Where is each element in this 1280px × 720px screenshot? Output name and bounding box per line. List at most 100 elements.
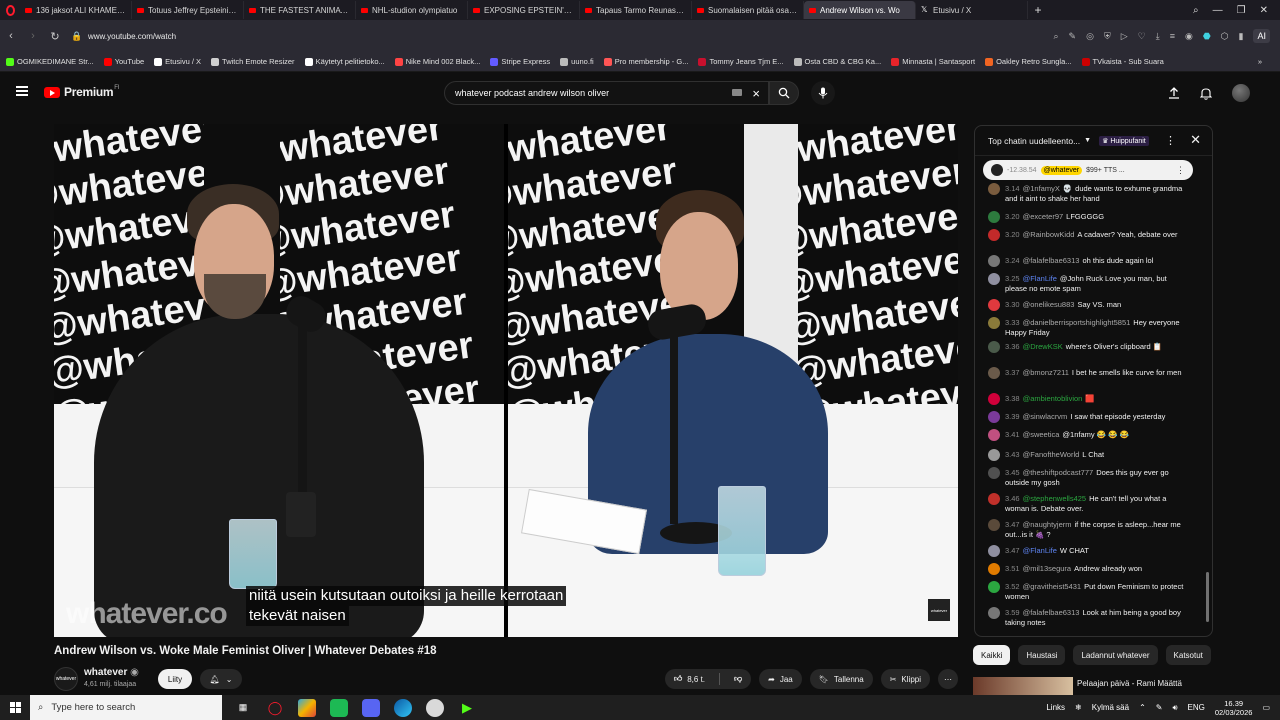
clock[interactable]: 16.39 02/03/2026	[1215, 699, 1253, 717]
chat-message[interactable]: 3.37 @bmonz7211 I bet he smells like curve…	[988, 367, 1188, 379]
browser-tab[interactable]: THE FASTEST ANIMATRONI	[244, 1, 356, 19]
new-tab-button[interactable]: +	[1028, 3, 1048, 17]
chat-author[interactable]: @exceter97	[1023, 212, 1064, 221]
wallet-icon[interactable]: ▮	[1239, 31, 1244, 42]
recommended-video[interactable]: Pelaajan päivä - Rami Määttä	[973, 677, 1278, 695]
chat-author[interactable]: @danielberrisportshighlight5851	[1023, 318, 1131, 327]
chat-message[interactable]: 3.47 @naughtyjerm if the corpse is asleep.…	[988, 519, 1188, 540]
chat-avatar[interactable]	[988, 229, 1000, 241]
terminal-app-icon[interactable]: ▶	[458, 699, 476, 717]
chat-avatar[interactable]	[988, 183, 1000, 195]
browser-tab[interactable]: NHL-studion olympiatuo	[356, 1, 468, 19]
chat-avatar[interactable]	[988, 467, 1000, 479]
chat-author[interactable]: @FanoftheWorld	[1023, 450, 1080, 459]
upload-icon[interactable]	[1168, 87, 1180, 99]
pen-icon[interactable]: ✎	[1156, 703, 1163, 712]
browser-tab[interactable]: 𝕏 Etusivu / X	[916, 1, 1028, 19]
browser-tab[interactable]: Totuus Jeffrey Epsteinin K	[132, 1, 244, 19]
join-button[interactable]: Liity	[158, 669, 192, 689]
keyboard-icon[interactable]	[732, 89, 742, 96]
ai-button[interactable]: AI	[1253, 29, 1270, 43]
browser-tab[interactable]: Tapaus Tarmo Reunasen ja	[580, 1, 692, 19]
chat-message[interactable]: 3.24 @falafelbae6313 oh this dude again lo…	[988, 255, 1188, 267]
chat-message[interactable]: 3.38 @ambientoblivion 🟥	[988, 393, 1188, 405]
chat-author[interactable]: @falafelbae6313	[1023, 608, 1080, 617]
channel-name[interactable]: whatever ◉	[84, 667, 139, 678]
close-chat-icon[interactable]: ✕	[1190, 132, 1201, 148]
chat-author[interactable]: @stephenwells425	[1023, 494, 1087, 503]
bookmark-item[interactable]: Osta CBD & CBG Ka...	[793, 57, 881, 66]
chat-message[interactable]: 3.25 @FlanLife @John Ruck Love you man, bu…	[988, 273, 1188, 294]
clip-button[interactable]: ✂ Klippi	[880, 669, 930, 689]
chat-message[interactable]: 3.41 @sweetica @1nfamy 😂 😂 😂	[988, 429, 1188, 441]
clear-search-icon[interactable]: ×	[752, 86, 760, 101]
bookmark-item[interactable]: Minnasta | Santasport	[891, 57, 975, 66]
save-button[interactable]: 🔖︎ Tallenna	[809, 669, 873, 689]
notifications-bell-icon[interactable]	[1200, 87, 1212, 100]
bookmark-item[interactable]: Twitch Emote Resizer	[211, 57, 295, 66]
bookmark-item[interactable]: TVkaista - Sub Suara	[1081, 57, 1164, 66]
chat-avatar[interactable]	[988, 545, 1000, 557]
account-avatar[interactable]	[1232, 84, 1250, 102]
search-tabs-icon[interactable]: ⌕	[1193, 5, 1199, 16]
weather-text[interactable]: Kylmä sää	[1092, 703, 1129, 712]
chat-menu-icon[interactable]: ⋮	[1165, 134, 1176, 147]
bookmark-item[interactable]: Tommy Jeans Tjm E...	[698, 57, 784, 66]
discord-app-icon[interactable]	[362, 698, 380, 717]
play-icon[interactable]: ▷	[1121, 31, 1128, 42]
chat-author[interactable]: @onelikesu883	[1023, 300, 1075, 309]
chat-avatar[interactable]	[988, 393, 1000, 405]
chat-author[interactable]: @sweetica	[1023, 430, 1060, 439]
notifications-icon[interactable]: ▭	[1262, 703, 1270, 712]
chat-avatar[interactable]	[988, 299, 1000, 311]
chat-avatar[interactable]	[988, 341, 1000, 353]
menu-icon[interactable]: ≡	[1170, 31, 1175, 41]
taskbar-search-input[interactable]: ⌕ Type here to search	[30, 695, 222, 720]
subscribed-bell-button[interactable]: 🔔︎ ⌄	[200, 669, 242, 689]
browser-tab[interactable]: 136 jaksot ALI KHAMENEI	[20, 1, 132, 19]
volume-icon[interactable]: 🔊︎	[1173, 703, 1178, 713]
video-player[interactable]: @whatever @whatever @whatever @whatever @wha…	[54, 124, 958, 637]
chevron-down-icon[interactable]: ▼	[1084, 137, 1091, 144]
more-icon[interactable]: ⋮	[1176, 165, 1185, 176]
bookmark-item[interactable]: Oakley Retro Sungla...	[985, 57, 1072, 66]
cube-icon[interactable]: ⬡	[1221, 31, 1229, 42]
bookmarks-overflow-icon[interactable]: »	[1258, 57, 1262, 66]
chat-author[interactable]: @falafelbae6313	[1023, 256, 1080, 265]
chat-author[interactable]: @naughtyjerm	[1023, 520, 1072, 529]
tray-overflow-icon[interactable]: ⌃	[1139, 703, 1146, 712]
chat-avatar[interactable]	[988, 581, 1000, 593]
chat-author[interactable]: @FlanLife	[1023, 546, 1057, 555]
chat-avatar[interactable]	[988, 317, 1000, 329]
chat-message[interactable]: 3.43 @FanoftheWorld L Chat	[988, 449, 1188, 461]
chat-message[interactable]: 3.47 @FlanLife W CHAT	[988, 545, 1188, 557]
apps-app-icon[interactable]	[298, 698, 316, 717]
search-button[interactable]	[769, 81, 799, 105]
windows-start-icon[interactable]	[0, 695, 30, 720]
chat-message[interactable]: 3.20 @exceter97 LFGGGGG	[988, 211, 1188, 223]
chat-avatar[interactable]	[988, 273, 1000, 285]
forward-icon[interactable]: ›	[22, 30, 44, 42]
close-window-button[interactable]: ✕	[1260, 5, 1268, 16]
task-view-icon[interactable]: ▦	[234, 699, 252, 717]
bookmark-item[interactable]: Pro membership - G...	[603, 57, 688, 66]
language-indicator[interactable]: ENG	[1188, 703, 1205, 712]
chat-author[interactable]: @DrewKSK	[1023, 342, 1063, 351]
opera-app-icon[interactable]: ◯	[266, 699, 284, 717]
chat-author[interactable]: @RainbowKidd	[1023, 230, 1075, 239]
chat-message[interactable]: 3.33 @danielberrisportshighlight5851 Hey e…	[988, 317, 1188, 338]
steam-app-icon[interactable]	[426, 698, 444, 717]
shield-icon[interactable]: ⛨	[1104, 31, 1111, 42]
heart-icon[interactable]: ♡	[1138, 31, 1146, 42]
browser-tab[interactable]: Andrew Wilson vs. Wo	[804, 1, 916, 19]
chat-mode-selector[interactable]: Top chatin uudelleento...	[988, 136, 1080, 146]
links-toolbar[interactable]: Links	[1046, 703, 1065, 712]
browser-tab[interactable]: Suomalaisen pitää osata p	[692, 1, 804, 19]
chat-avatar[interactable]	[988, 449, 1000, 461]
chat-message[interactable]: 3.51 @mil13segura Andrew already won	[988, 563, 1188, 575]
maximize-button[interactable]: ❐	[1237, 5, 1246, 16]
extension-icon[interactable]: ⬣	[1203, 31, 1211, 42]
opera-logo-icon[interactable]	[0, 0, 20, 20]
chat-message[interactable]: 3.36 @DrewKSK where's Oliver's clipboard 📋	[988, 341, 1188, 353]
pinned-superchat[interactable]: -12.38.54 @whatever $99+ TTS ... ⋮	[983, 160, 1193, 180]
